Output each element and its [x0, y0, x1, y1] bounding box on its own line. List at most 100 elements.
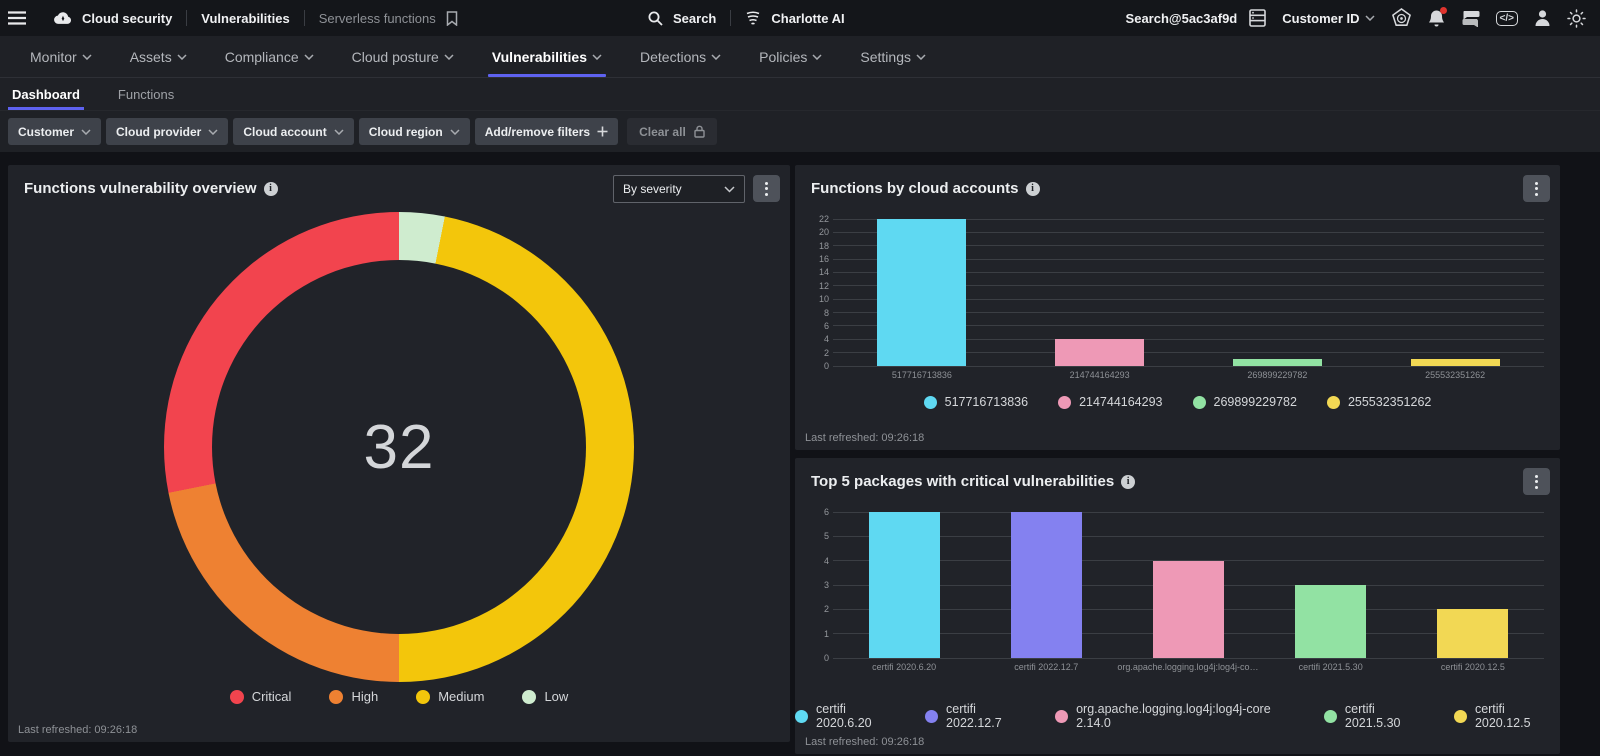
legend-item-critical[interactable]: Critical	[230, 689, 292, 704]
notifications-bell-icon[interactable]	[1428, 9, 1445, 28]
bar-269899229782[interactable]	[1233, 359, 1322, 366]
x-tick-label: 269899229782	[1189, 370, 1367, 380]
gridline	[833, 512, 1544, 513]
legend-item-255532351262[interactable]: 255532351262	[1327, 395, 1431, 409]
tab-dashboard[interactable]: Dashboard	[10, 78, 82, 110]
nav-item-vulnerabilities[interactable]: Vulnerabilities	[492, 36, 602, 77]
legend-item-certifi-2020-12-5[interactable]: certifi 2020.12.5	[1454, 702, 1560, 730]
accounts-bar-chart: 0246810121416182022 51771671383621474416…	[807, 219, 1548, 384]
last-refreshed: Last refreshed: 09:26:18	[805, 736, 924, 748]
chevron-down-icon	[304, 54, 314, 60]
nav-item-detections[interactable]: Detections	[640, 36, 721, 77]
filter-cloud-account[interactable]: Cloud account	[233, 118, 353, 145]
legend-dot	[1327, 396, 1340, 409]
panel-title: Functions by cloud accounts i	[811, 180, 1040, 197]
nav-item-monitor[interactable]: Monitor	[30, 36, 92, 77]
panel-menu-kebab-button[interactable]	[1523, 175, 1550, 202]
filter-customer[interactable]: Customer	[8, 118, 101, 145]
bar-certifi-2020-12-5[interactable]	[1437, 609, 1508, 658]
api-code-icon[interactable]: </>	[1496, 11, 1518, 26]
info-icon[interactable]: i	[264, 182, 278, 196]
bar-517716713836[interactable]	[877, 219, 966, 366]
x-tick-label: 517716713836	[833, 370, 1011, 380]
bar-certifi-2022-12-7[interactable]	[1011, 512, 1082, 658]
severity-selector[interactable]: By severity	[613, 175, 745, 203]
chevron-down-icon	[82, 54, 92, 60]
severity-legend: Critical High Medium Low	[8, 689, 790, 704]
search-label[interactable]: Search	[673, 11, 716, 26]
legend-item-medium[interactable]: Medium	[416, 689, 484, 704]
clear-all-button[interactable]: Clear all	[627, 118, 717, 145]
host-stack-icon[interactable]	[1249, 9, 1266, 27]
hamburger-menu-icon[interactable]	[8, 11, 26, 25]
divider	[186, 10, 187, 26]
nav-item-compliance[interactable]: Compliance	[225, 36, 314, 77]
bar-certifi-2020-6-20[interactable]	[869, 512, 940, 658]
primary-navigation: Monitor Assets Compliance Cloud posture Vuln…	[0, 36, 1600, 78]
legend-dot	[795, 710, 808, 723]
breadcrumb-section[interactable]: Vulnerabilities	[201, 11, 289, 26]
panel-title-text: Functions vulnerability overview	[24, 180, 257, 197]
legend-item-org-apache-logging-log4j-log4j-core-2-14-0[interactable]: org.apache.logging.log4j:log4j-core 2.14…	[1055, 702, 1300, 730]
chevron-down-icon	[916, 54, 926, 60]
nav-item-settings[interactable]: Settings	[860, 36, 926, 77]
bar-certifi-2021-5-30[interactable]	[1295, 585, 1366, 658]
legend-item-269899229782[interactable]: 269899229782	[1193, 395, 1297, 409]
info-icon[interactable]: i	[1026, 182, 1040, 196]
legend-item-517716713836[interactable]: 517716713836	[924, 395, 1028, 409]
bookmark-icon[interactable]	[446, 11, 458, 26]
legend-dot	[925, 710, 938, 723]
filter-cloud-provider[interactable]: Cloud provider	[106, 118, 228, 145]
tab-functions[interactable]: Functions	[116, 78, 176, 110]
legend-item-certifi-2022-12-7[interactable]: certifi 2022.12.7	[925, 702, 1031, 730]
breadcrumb-page[interactable]: Serverless functions	[319, 11, 436, 26]
divider	[304, 10, 305, 26]
user-profile-icon[interactable]	[1534, 9, 1551, 27]
legend-dot	[416, 690, 430, 704]
assistant-label[interactable]: Charlotte AI	[771, 11, 844, 26]
legend-item-214744164293[interactable]: 214744164293	[1058, 395, 1162, 409]
theme-toggle-sun-icon[interactable]	[1567, 9, 1586, 28]
donut-total-value: 32	[364, 412, 435, 483]
y-tick-label: 3	[807, 580, 829, 590]
plot-area	[833, 219, 1544, 366]
y-tick-label: 20	[807, 227, 829, 237]
nav-item-assets[interactable]: Assets	[130, 36, 187, 77]
y-tick-label: 16	[807, 254, 829, 264]
add-remove-filters-button[interactable]: Add/remove filters	[475, 118, 618, 145]
top-utility-bar: Cloud security Vulnerabilities Serverles…	[0, 0, 1600, 36]
nav-item-policies[interactable]: Policies	[759, 36, 822, 77]
panel-title: Functions vulnerability overview i	[24, 180, 278, 197]
legend-item-certifi-2020-6-20[interactable]: certifi 2020.6.20	[795, 702, 901, 730]
y-tick-label: 18	[807, 241, 829, 251]
panel-menu-kebab-button[interactable]	[1523, 468, 1550, 495]
panel-title-text: Functions by cloud accounts	[811, 180, 1019, 197]
cloud-security-icon	[54, 11, 72, 25]
filter-cloud-region[interactable]: Cloud region	[359, 118, 470, 145]
legend-item-low[interactable]: Low	[522, 689, 568, 704]
bar-214744164293[interactable]	[1055, 339, 1144, 366]
app-title[interactable]: Cloud security	[82, 11, 172, 26]
bar-255532351262[interactable]	[1411, 359, 1500, 366]
search-icon[interactable]	[648, 11, 663, 26]
x-tick-label: 214744164293	[1011, 370, 1189, 380]
bar-org-apache-logging-log4j-log4j-core-2[interactable]	[1153, 561, 1224, 658]
x-tick-label: certifi 2022.12.7	[975, 662, 1117, 672]
severity-selector-value: By severity	[623, 182, 682, 196]
legend-item-high[interactable]: High	[329, 689, 378, 704]
x-tick-label: certifi 2021.5.30	[1260, 662, 1402, 672]
panel-menu-kebab-button[interactable]	[753, 175, 780, 202]
nav-item-cloud-posture[interactable]: Cloud posture	[352, 36, 454, 77]
packages-bar-chart: 0123456 certifi 2020.6.20certifi 2022.12…	[807, 512, 1548, 676]
customer-id-dropdown[interactable]: Customer ID	[1282, 11, 1374, 26]
legend-item-certifi-2021-5-30[interactable]: certifi 2021.5.30	[1324, 702, 1430, 730]
info-icon[interactable]: i	[1121, 475, 1135, 489]
lock-icon	[694, 125, 705, 138]
messages-icon[interactable]	[1461, 10, 1480, 27]
falcon-badge-icon[interactable]	[1391, 8, 1412, 29]
severity-donut-chart[interactable]: 32	[164, 212, 634, 682]
search-context[interactable]: Search@5ac3af9d	[1126, 11, 1238, 26]
last-refreshed: Last refreshed: 09:26:18	[18, 724, 137, 736]
y-tick-label: 4	[807, 556, 829, 566]
legend-dot	[522, 690, 536, 704]
